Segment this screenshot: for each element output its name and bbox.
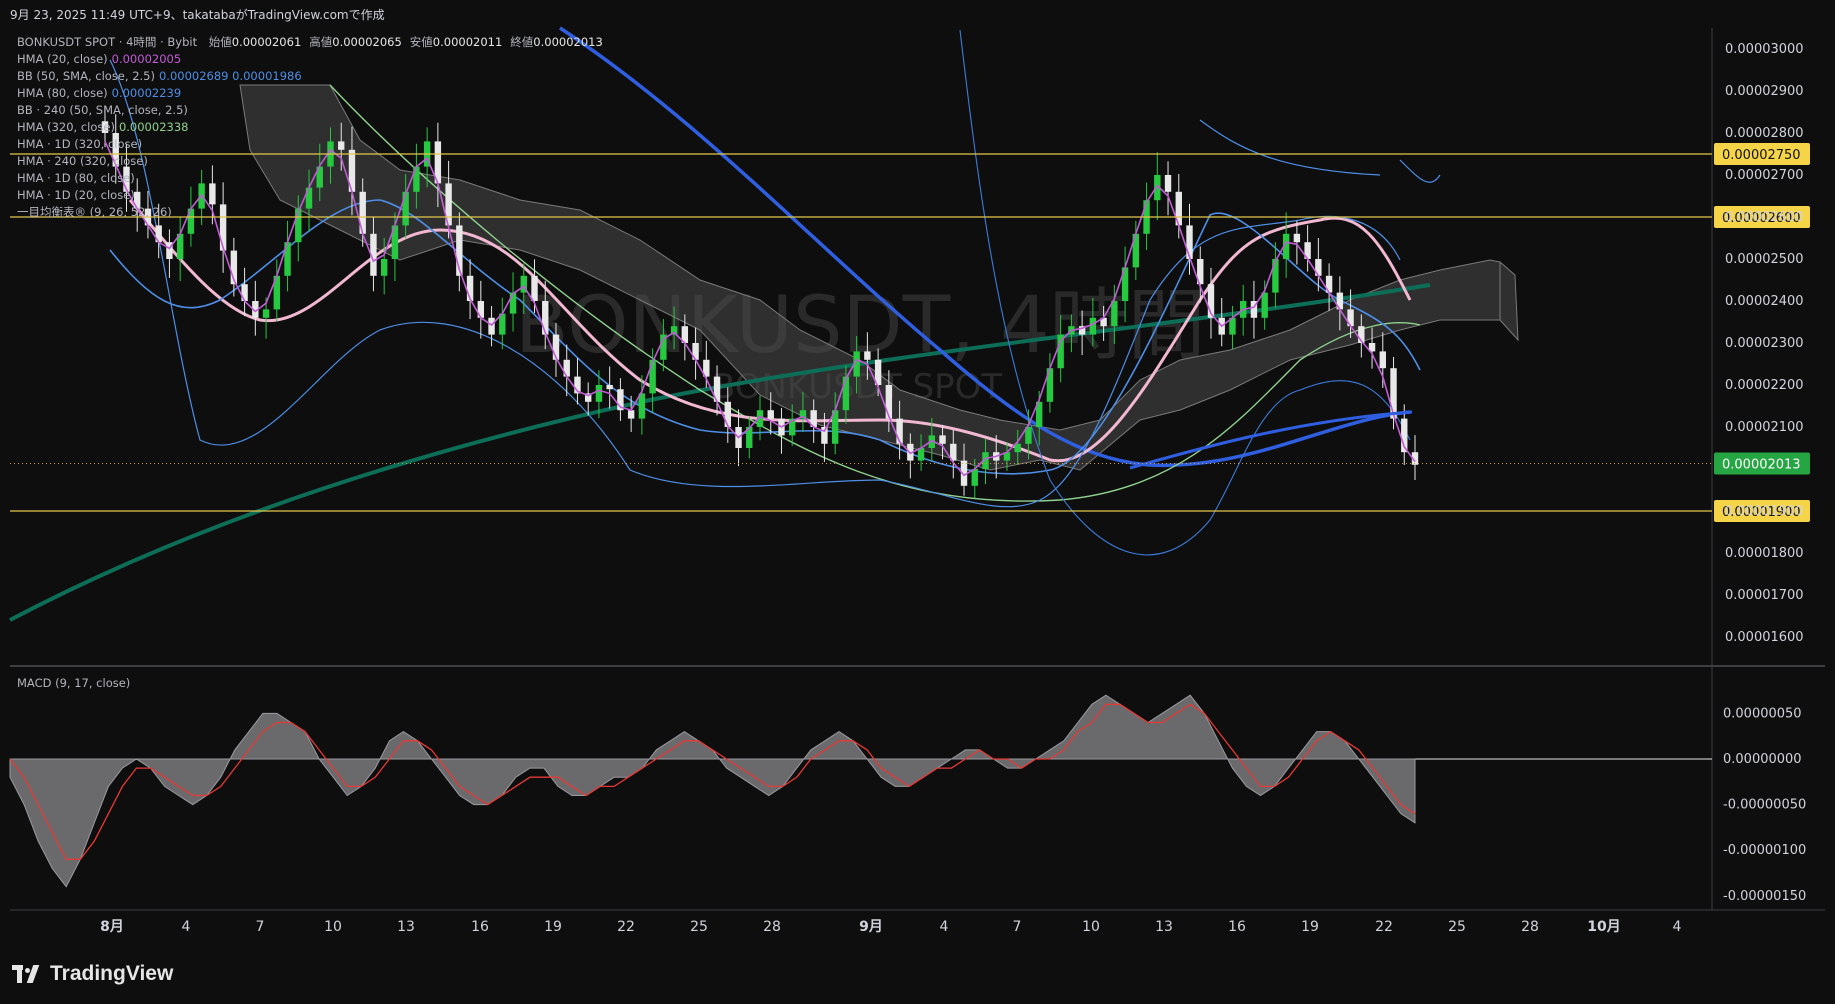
level-price-label: 0.00002750 <box>1722 148 1801 163</box>
time-tick-label: 22 <box>1375 919 1393 935</box>
macd-tick-label: 0.00000050 <box>1723 706 1802 721</box>
legend-indicator-list: HMA (20, close) 0.00002005 BB (50, SMA, cl… <box>17 51 603 221</box>
legend-indicator[interactable]: HMA (80, close) 0.00002239 <box>17 85 603 102</box>
candle-body <box>1186 225 1193 259</box>
candle-body <box>509 292 517 314</box>
time-tick-label: 10 <box>324 919 342 935</box>
candle-body <box>627 410 635 419</box>
price-tick-label: 0.00001700 <box>1725 588 1804 603</box>
macd-tick-label: -0.00000100 <box>1723 843 1806 858</box>
candle-body <box>638 393 646 419</box>
candle-body <box>1261 292 1268 318</box>
time-tick-label: 19 <box>544 919 562 935</box>
candle-body <box>1111 301 1118 327</box>
candle-body <box>971 469 978 486</box>
macd-tick-label: 0.00000000 <box>1723 752 1802 767</box>
candle-body <box>885 385 893 419</box>
macd-title: MACD (9, 17, close) <box>17 676 131 690</box>
candle-body <box>649 359 656 394</box>
time-tick-label: 4 <box>1673 919 1682 935</box>
candle-body <box>724 401 731 427</box>
time-tick-label: 13 <box>397 919 415 935</box>
time-tick-label: 8月 <box>100 919 124 935</box>
legend-ohlc-item: 高値0.00002065 <box>309 35 402 49</box>
candle-body <box>1293 233 1301 243</box>
candle-body <box>241 284 248 301</box>
time-tick-label: 28 <box>763 919 781 935</box>
candle-body <box>842 376 850 411</box>
time-tick-label: 28 <box>1521 919 1539 935</box>
time-tick-label: 4 <box>182 919 191 935</box>
price-tick-label: 0.00002300 <box>1725 336 1804 351</box>
price-tick-label: 0.00002700 <box>1725 168 1804 183</box>
time-tick-label: 10月 <box>1587 919 1620 935</box>
tradingview-logo-icon <box>12 965 44 983</box>
tradingview-logo[interactable]: TradingView <box>12 962 173 986</box>
macd-axis[interactable]: 0.00000050 0.00000000 -0.00000050 -0.000001… <box>1723 706 1806 903</box>
macd-tick-label: -0.00000050 <box>1723 798 1806 813</box>
candle-body <box>262 309 270 318</box>
last-price-label: 0.00002013 <box>1722 458 1801 473</box>
legend-ohlc: 始値0.00002061 高値0.00002065 安値0.00002011 終値0.… <box>201 35 603 49</box>
legend-indicator[interactable]: HMA · 1D (80, close) <box>17 170 603 187</box>
time-tick-label: 7 <box>1013 919 1022 935</box>
brand-name: TradingView <box>50 962 174 985</box>
legend-panel: BONKUSDT SPOT · 4時間 · Bybit 始値0.00002061… <box>17 34 603 221</box>
time-tick-label: 9月 <box>859 919 883 935</box>
macd-tick-label: -0.00000150 <box>1723 889 1806 904</box>
time-tick-label: 4 <box>940 919 949 935</box>
candle-body <box>939 435 946 444</box>
price-tick-label: 0.00001600 <box>1725 630 1804 645</box>
candle-body <box>767 410 774 419</box>
price-tick-label: 0.00001900 <box>1725 504 1804 519</box>
time-tick-label: 10 <box>1082 919 1100 935</box>
price-tick-label: 0.00002500 <box>1725 252 1804 267</box>
time-tick-label: 13 <box>1155 919 1173 935</box>
price-tick-label: 0.00003000 <box>1725 42 1804 57</box>
legend-indicator[interactable]: HMA (320, close) 0.00002338 <box>17 119 603 136</box>
candle-body <box>1014 443 1021 453</box>
legend-ohlc-item: 終値0.00002013 <box>510 35 603 49</box>
time-tick-label: 25 <box>690 919 708 935</box>
macd-pane[interactable] <box>10 667 1712 910</box>
time-axis[interactable]: 8月 4 7 10 13 16 19 22 25 28 9月 4 7 10 13 16 19 22 25 28 10月 4 <box>100 919 1681 935</box>
price-axis[interactable]: 0.00003000 0.00002900 0.00002800 0.00002700… <box>1725 42 1804 645</box>
time-tick-label: 22 <box>617 919 635 935</box>
legend-indicator[interactable]: BB (50, SMA, close, 2.5) 0.00002689 0.000… <box>17 68 603 85</box>
legend-symbol: BONKUSDT SPOT · 4時間 · Bybit <box>17 35 198 49</box>
price-tick-label: 0.00002200 <box>1725 378 1804 393</box>
legend-indicator[interactable]: HMA · 1D (20, close) <box>17 187 603 204</box>
price-tick-label: 0.00002900 <box>1725 84 1804 99</box>
price-tick-label: 0.00001800 <box>1725 546 1804 561</box>
time-tick-label: 25 <box>1448 919 1466 935</box>
candle-body <box>1379 351 1386 369</box>
candle-body <box>531 275 538 301</box>
time-tick-label: 16 <box>471 919 489 935</box>
candle-body <box>864 351 871 360</box>
candle-body <box>1272 259 1279 293</box>
price-tick-label: 0.00002600 <box>1725 210 1804 225</box>
legend-ohlc-item: 始値0.00002061 <box>208 35 302 49</box>
legend-indicator[interactable]: HMA · 1D (320, close) <box>17 136 603 153</box>
time-tick-label: 19 <box>1301 919 1319 935</box>
legend-indicator[interactable]: HMA · 240 (320, close) <box>17 153 603 170</box>
candle-body <box>595 385 603 402</box>
candle-body <box>1089 317 1097 335</box>
legend-indicator[interactable]: 一目均衡表® (9, 26, 52, 26) <box>17 204 603 221</box>
legend-indicator[interactable]: HMA (20, close) 0.00002005 <box>17 51 603 68</box>
candle-body <box>606 385 613 390</box>
legend-indicator[interactable]: BB · 240 (50, SMA, close, 2.5) <box>17 102 603 119</box>
candle-body <box>1390 368 1397 419</box>
time-tick-label: 16 <box>1228 919 1246 935</box>
time-tick-label: 7 <box>256 919 265 935</box>
candle-body <box>1164 175 1172 192</box>
price-tick-label: 0.00002100 <box>1725 420 1804 435</box>
candle-body <box>542 301 549 335</box>
candle-body <box>380 259 388 276</box>
legend-symbol-row: BONKUSDT SPOT · 4時間 · Bybit 始値0.00002061… <box>17 34 603 51</box>
candle-body <box>488 317 495 335</box>
price-tick-label: 0.00002800 <box>1725 126 1804 141</box>
price-tick-label: 0.00002400 <box>1725 294 1804 309</box>
legend-ohlc-item: 安値0.00002011 <box>409 35 503 49</box>
